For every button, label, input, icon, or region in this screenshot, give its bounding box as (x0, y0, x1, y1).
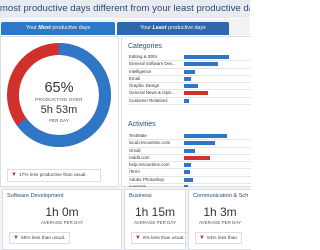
row-bar (184, 163, 191, 168)
card-value: 1h 0m (45, 205, 79, 219)
row-bar (184, 55, 229, 59)
row-bar (184, 98, 189, 103)
row-bar (184, 170, 190, 175)
row-bar (184, 62, 218, 67)
card-value: 1h 15m (134, 205, 176, 219)
row-bar (184, 84, 198, 89)
card-note: ▼ 55% less than usual. (9, 232, 71, 244)
card-label: AVERAGE PER DAY (133, 220, 177, 225)
card-communication[interactable]: Communication & Sch 1h 3m AVERAGE PER DA… (188, 189, 251, 250)
row-label: help.rescuetime.com (129, 162, 170, 168)
row-bar (184, 91, 208, 96)
row-label: local.rescuetime.com (129, 140, 171, 146)
activities-row[interactable]: reddit.com (128, 154, 251, 163)
categories-row[interactable]: General Software Dev... (128, 61, 251, 69)
tab-least-emph: Least (152, 25, 167, 31)
row-label: General Software Dev... (129, 61, 176, 67)
categories-row[interactable]: Customer Relations (128, 97, 251, 106)
card-label: AVERAGE PER DAY (40, 220, 84, 225)
tab-least-suffix: productive days (166, 25, 206, 31)
row-label: Adobe Photoshop (129, 176, 164, 182)
row-bar (184, 69, 195, 74)
card-title: Communication & Sch (193, 193, 249, 199)
productive-duration: 5h 53m (40, 104, 78, 116)
tab-least-prefix: Your (140, 25, 153, 31)
card-note: ▼ 54% less than (195, 232, 243, 244)
down-arrow-icon: ▼ (199, 235, 205, 241)
category-cards: Software Development 1h 0m AVERAGE PER D… (0, 187, 251, 250)
breakdown-panel: Categories Editing & IDEs General Softwar… (121, 36, 251, 192)
row-label: Gmail (129, 147, 141, 153)
row-label: Editing & IDEs (129, 54, 158, 59)
row-label: General News & Opin... (129, 90, 176, 96)
categories-row[interactable]: Intelligence (128, 69, 251, 76)
card-label: AVERAGE PER DAY (198, 220, 242, 225)
productivity-donut: 65% PRODUCTIVE OVER 5h 53m PER DAY (5, 41, 113, 149)
card-business[interactable]: Business 1h 15m AVERAGE PER DAY ▼ 8% less… (124, 189, 190, 250)
summary-panel: 65% PRODUCTIVE OVER 5h 53m PER DAY ▼ 17% … (0, 36, 119, 187)
down-arrow-icon: ▼ (13, 235, 19, 241)
row-label: Customer Relations (129, 97, 168, 103)
down-arrow-icon: ▼ (11, 172, 17, 178)
tab-most-productive[interactable]: Your Most productive days (1, 22, 115, 35)
row-label: Intelligence (129, 68, 152, 74)
card-note-text: 54% less than (206, 236, 238, 241)
card-note: ▼ 8% less than usual. (131, 232, 190, 244)
tab-most-prefix: Your (25, 25, 39, 31)
card-title: Business (129, 193, 152, 199)
down-arrow-icon: ▼ (135, 235, 141, 241)
categories-list: Editing & IDEs General Software Dev... Int… (128, 54, 251, 106)
summary-note-text: 17% less productive than usual. (18, 173, 87, 178)
categories-row[interactable]: General News & Opin... (128, 90, 251, 98)
row-bar (184, 177, 193, 182)
headline-text: r most productive days different from yo… (0, 3, 250, 14)
tab-most-emph: Most (38, 25, 51, 31)
productive-percent-label: PRODUCTIVE OVER (35, 97, 83, 102)
categories-row[interactable]: Graphic Design (128, 83, 251, 91)
card-note-text: 8% less than usual. (142, 236, 185, 241)
row-bar (184, 134, 227, 138)
row-bar (184, 76, 191, 81)
headline: r most productive days different from yo… (0, 0, 250, 18)
activities-title: Activities (128, 121, 156, 128)
row-bar (184, 141, 215, 146)
card-note-text: 55% less than usual. (20, 236, 66, 241)
card-value: 1h 3m (203, 205, 237, 219)
row-bar (184, 155, 210, 160)
card-title: Software Development (7, 193, 64, 199)
row-label: Email (129, 75, 140, 81)
activities-row[interactable]: iTerm (128, 169, 251, 177)
row-label: reddit.com (129, 154, 150, 160)
activities-row[interactable]: local.rescuetime.com (128, 140, 251, 148)
activities-row[interactable]: help.rescuetime.com (128, 162, 251, 170)
row-bar (184, 148, 195, 153)
activities-row[interactable]: Gmail (128, 148, 251, 155)
activities-row[interactable]: Adobe Photoshop (128, 176, 251, 185)
tab-most-suffix: productive days (50, 25, 91, 31)
row-label: TextMate (129, 133, 147, 138)
activities-row[interactable]: TextMate (128, 133, 251, 141)
tab-bar: Your Most productive days Your Least pro… (0, 19, 250, 35)
categories-row[interactable]: Editing & IDEs (128, 54, 251, 62)
summary-note: ▼ 17% less productive than usual. (7, 169, 101, 182)
row-label: iTerm (129, 169, 140, 175)
productive-duration-label: PER DAY (49, 118, 69, 123)
activities-list: TextMate local.rescuetime.com Gmail reddit.… (128, 133, 251, 192)
tab-least-productive[interactable]: Your Least productive days (117, 22, 229, 35)
productive-percent: 65% (44, 80, 74, 96)
categories-row[interactable]: Email (128, 75, 251, 84)
row-label: Graphic Design (129, 83, 160, 89)
categories-title: Categories (128, 43, 162, 50)
card-software-development[interactable]: Software Development 1h 0m AVERAGE PER D… (2, 189, 122, 250)
